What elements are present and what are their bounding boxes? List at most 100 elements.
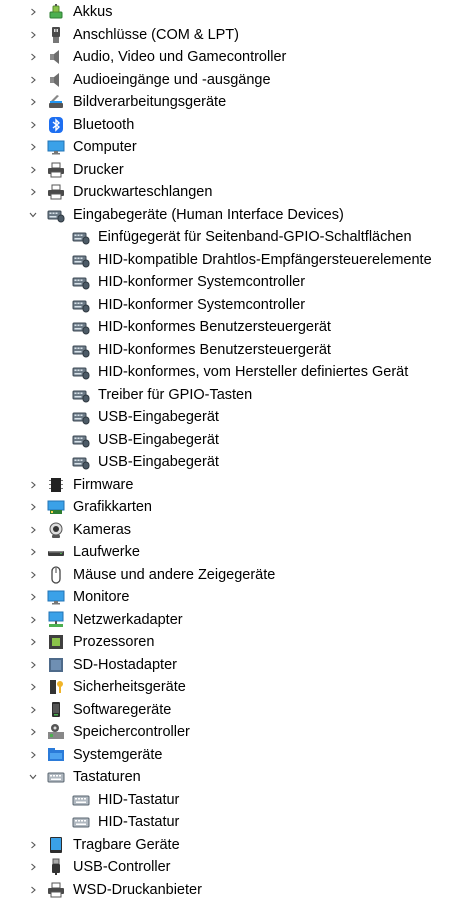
tree-category[interactable]: Firmware — [0, 474, 463, 496]
chevron-right-icon[interactable] — [27, 69, 39, 91]
tree-category[interactable]: SD-Hostadapter — [0, 654, 463, 676]
tree-category[interactable]: Audio, Video und Gamecontroller — [0, 46, 463, 68]
display-adapter-icon — [47, 498, 65, 516]
tree-category[interactable]: Speichercontroller — [0, 721, 463, 743]
tree-category[interactable]: Tragbare Geräte — [0, 834, 463, 856]
tree-category[interactable]: Kameras — [0, 519, 463, 541]
chevron-right-icon[interactable] — [27, 541, 39, 563]
hid-icon — [72, 273, 90, 291]
camera-icon — [47, 521, 65, 539]
speaker-icon — [47, 71, 65, 89]
chevron-right-icon[interactable] — [27, 609, 39, 631]
tree-category[interactable]: Akkus — [0, 1, 463, 23]
hid-icon — [72, 431, 90, 449]
tree-category[interactable]: Softwaregeräte — [0, 699, 463, 721]
tree-category[interactable]: Tastaturen — [0, 766, 463, 788]
chevron-right-icon[interactable] — [27, 721, 39, 743]
tree-item-label: Prozessoren — [73, 634, 155, 650]
hid-icon — [72, 228, 90, 246]
chevron-right-icon[interactable] — [27, 91, 39, 113]
chevron-right-icon[interactable] — [27, 699, 39, 721]
tree-device[interactable]: HID-konformes Benutzersteuergerät — [0, 339, 463, 361]
tree-item-label: Kameras — [73, 521, 132, 538]
network-icon — [47, 611, 65, 629]
chevron-right-icon[interactable] — [27, 654, 39, 676]
tree-category[interactable]: Anschlüsse (COM & LPT) — [0, 24, 463, 46]
chevron-right-icon[interactable] — [27, 586, 39, 608]
chevron-down-icon[interactable] — [27, 766, 39, 788]
chevron-right-icon[interactable] — [27, 856, 39, 878]
tree-device[interactable]: HID-konformes Benutzersteuergerät — [0, 316, 463, 338]
tree-category[interactable]: WSD-Druckanbieter — [0, 879, 463, 901]
tree-category[interactable]: Bildverarbeitungsgeräte — [0, 91, 463, 113]
tree-item-label: HID-konformes Benutzersteuergerät — [98, 341, 331, 358]
tree-category[interactable]: Eingabegeräte (Human Interface Devices) — [0, 204, 463, 226]
tree-item-label: Systemgeräte — [73, 746, 163, 763]
tree-item-label: Monitore — [73, 589, 130, 605]
tree-category[interactable]: Audioeingänge und -ausgänge — [0, 69, 463, 91]
tree-item-label: USB-Controller — [73, 859, 171, 875]
tree-device[interactable]: USB-Eingabegerät — [0, 451, 463, 473]
tree-item-label: Laufwerke — [73, 544, 140, 560]
keyboard-icon — [72, 813, 90, 831]
tree-item-label: HID-konformes, vom Hersteller definierte… — [98, 364, 409, 380]
chevron-right-icon[interactable] — [27, 1, 39, 23]
chevron-right-icon[interactable] — [27, 676, 39, 698]
tree-category[interactable]: USB-Controller — [0, 856, 463, 878]
tree-device[interactable]: HID-kompatible Drahtlos-Empfängersteuere… — [0, 249, 463, 271]
tree-device[interactable]: Treiber für GPIO-Tasten — [0, 384, 463, 406]
system-folder-icon — [47, 746, 65, 764]
chevron-right-icon[interactable] — [27, 564, 39, 586]
chevron-right-icon[interactable] — [27, 496, 39, 518]
tree-item-label: Mäuse und andere Zeigegeräte — [73, 566, 276, 583]
tree-device[interactable]: Einfügegerät für Seitenband-GPIO-Schaltf… — [0, 226, 463, 248]
tree-category[interactable]: Systemgeräte — [0, 744, 463, 766]
chevron-right-icon[interactable] — [27, 46, 39, 68]
tree-item-label: Bluetooth — [73, 116, 135, 133]
chevron-down-icon[interactable] — [27, 204, 39, 226]
tree-device[interactable]: HID-konformer Systemcontroller — [0, 271, 463, 293]
tree-category[interactable]: Sicherheitsgeräte — [0, 676, 463, 698]
tree-category[interactable]: Monitore — [0, 586, 463, 608]
chevron-right-icon[interactable] — [27, 834, 39, 856]
tree-category[interactable]: Drucker — [0, 159, 463, 181]
mouse-icon — [47, 565, 65, 584]
chevron-right-icon[interactable] — [27, 879, 39, 901]
tree-category[interactable]: Laufwerke — [0, 541, 463, 563]
scanner-icon — [47, 93, 65, 111]
tree-item-label: Firmware — [73, 476, 134, 493]
printer-icon — [47, 183, 65, 201]
tree-category[interactable]: Computer — [0, 136, 463, 158]
printer-icon — [47, 161, 65, 179]
tree-item-label: Akkus — [73, 4, 113, 20]
monitor-icon — [47, 588, 65, 606]
tree-category[interactable]: Druckwarteschlangen — [0, 181, 463, 203]
chevron-right-icon[interactable] — [27, 631, 39, 653]
tree-category[interactable]: Prozessoren — [0, 631, 463, 653]
chevron-right-icon[interactable] — [27, 519, 39, 541]
tree-device[interactable]: HID-konformes, vom Hersteller definierte… — [0, 361, 463, 383]
monitor-icon — [47, 138, 65, 156]
tree-category[interactable]: Grafikkarten — [0, 496, 463, 518]
chevron-right-icon[interactable] — [27, 744, 39, 766]
tree-device[interactable]: HID-Tastatur — [0, 811, 463, 833]
tree-category[interactable]: Netzwerkadapter — [0, 609, 463, 631]
usb-icon — [47, 858, 65, 876]
tree-device[interactable]: HID-konformer Systemcontroller — [0, 294, 463, 316]
chevron-right-icon[interactable] — [27, 474, 39, 496]
tree-item-label: Netzwerkadapter — [73, 611, 183, 628]
chevron-right-icon[interactable] — [27, 181, 39, 203]
chevron-right-icon[interactable] — [27, 24, 39, 46]
tree-item-label: HID-Tastatur — [98, 814, 180, 830]
tree-item-label: USB-Eingabegerät — [98, 454, 219, 470]
chevron-right-icon[interactable] — [27, 159, 39, 181]
tree-category[interactable]: Bluetooth — [0, 114, 463, 136]
tree-device[interactable]: USB-Eingabegerät — [0, 429, 463, 451]
tree-device[interactable]: HID-Tastatur — [0, 789, 463, 811]
chevron-right-icon[interactable] — [27, 136, 39, 158]
tree-category[interactable]: Mäuse und andere Zeigegeräte — [0, 564, 463, 586]
tree-device[interactable]: USB-Eingabegerät — [0, 406, 463, 428]
chevron-right-icon[interactable] — [27, 114, 39, 136]
port-icon — [47, 26, 65, 44]
tree-item-label: Tastaturen — [73, 769, 141, 785]
